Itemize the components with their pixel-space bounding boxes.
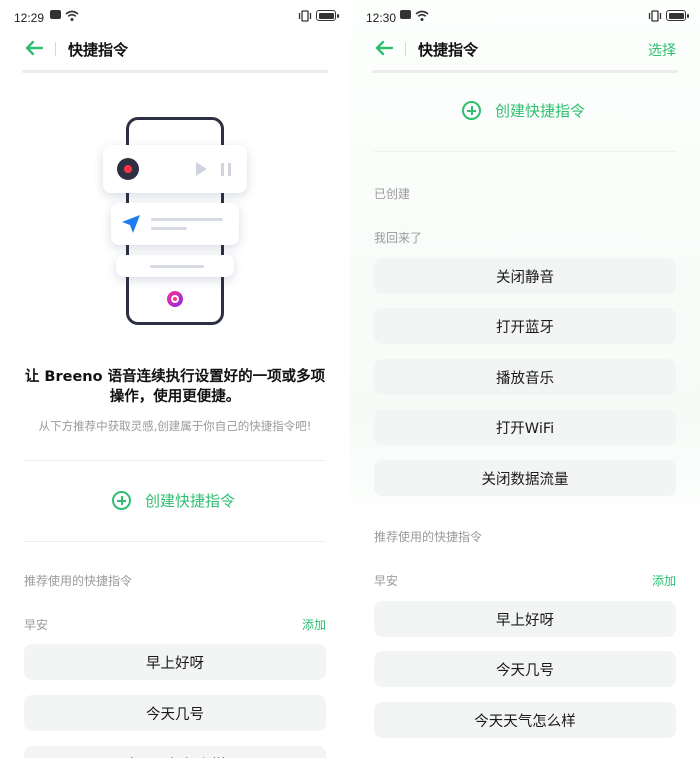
shortcut-item[interactable]: 播放音乐 xyxy=(374,359,676,395)
shortcut-item[interactable]: 今天几号 xyxy=(24,695,326,731)
back-arrow-icon[interactable] xyxy=(24,40,44,56)
record-icon xyxy=(117,158,139,180)
create-shortcut-label: 创建快捷指令 xyxy=(495,102,586,120)
page-title: 快捷指令 xyxy=(68,41,129,59)
breeno-dot-icon xyxy=(167,291,183,307)
title-divider xyxy=(22,70,328,73)
vibrate-icon xyxy=(298,10,312,22)
back-arrow-icon[interactable] xyxy=(374,40,394,56)
intro-headline: 让 Breeno 语音连续执行设置好的一项或多项操作，使用更便捷。 xyxy=(24,369,326,405)
shortcuts-illustration xyxy=(100,115,250,330)
screen-shortcuts-list: 12:30 快捷指令 选择 创建快捷指令 已创建 我回来了 关闭静音 打开蓝牙 … xyxy=(350,0,700,758)
battery-icon xyxy=(316,10,339,21)
title-divider xyxy=(372,70,678,73)
navigation-arrow-icon xyxy=(122,215,140,233)
battery-icon xyxy=(666,10,689,21)
group-label-morning: 早安 xyxy=(374,574,399,588)
create-shortcut-button[interactable]: 创建快捷指令 xyxy=(0,490,350,514)
shortcut-item[interactable]: 关闭数据流量 xyxy=(374,460,676,496)
play-icon xyxy=(196,162,207,176)
shortcut-item[interactable]: 今天几号 xyxy=(374,651,676,687)
status-time: 12:30 xyxy=(366,11,397,25)
recommended-section-label: 推荐使用的快捷指令 xyxy=(24,574,133,588)
status-time: 12:29 xyxy=(14,11,45,25)
title-bar: 快捷指令 xyxy=(0,34,350,64)
group-label-morning: 早安 xyxy=(24,618,49,632)
pause-icon xyxy=(221,163,231,176)
divider xyxy=(24,541,326,542)
add-circle-icon xyxy=(112,491,131,510)
wifi-icon xyxy=(415,10,429,21)
add-group-button[interactable]: 添加 xyxy=(652,572,676,589)
shortcut-item[interactable]: 打开WiFi xyxy=(374,409,676,445)
text-card xyxy=(116,255,234,277)
create-shortcut-button[interactable]: 创建快捷指令 xyxy=(350,100,700,124)
shortcut-item[interactable]: 早上好呀 xyxy=(374,601,676,637)
page-title: 快捷指令 xyxy=(418,41,479,59)
select-button[interactable]: 选择 xyxy=(648,40,676,60)
title-bar: 快捷指令 选择 xyxy=(350,34,700,64)
created-section-label: 已创建 xyxy=(374,187,411,201)
media-card xyxy=(103,145,247,193)
add-group-button[interactable]: 添加 xyxy=(302,616,326,633)
shortcut-item[interactable]: 今天天气怎么样 xyxy=(374,702,676,738)
shortcut-item[interactable]: 今天天气怎么样 xyxy=(24,746,326,758)
screen-shortcuts-intro: 12:29 快捷指令 让 Breeno 语音连续执行设置好的一项或多项操作，使用… xyxy=(0,0,350,758)
divider xyxy=(374,151,676,152)
divider xyxy=(24,460,326,461)
intro-subline: 从下方推荐中获取灵感,创建属于你自己的快捷指令吧! xyxy=(38,419,312,433)
wifi-icon xyxy=(65,10,79,21)
status-bar: 12:29 xyxy=(0,0,350,36)
message-icon xyxy=(50,10,61,19)
title-separator xyxy=(55,42,56,56)
title-separator xyxy=(405,42,406,56)
status-bar: 12:30 xyxy=(350,0,700,36)
recommended-section-label: 推荐使用的快捷指令 xyxy=(374,530,483,544)
shortcut-item[interactable]: 打开蓝牙 xyxy=(374,308,676,344)
add-circle-icon xyxy=(462,101,481,120)
shortcut-item[interactable]: 关闭静音 xyxy=(374,258,676,294)
navigation-card xyxy=(111,203,239,245)
group-label-home: 我回来了 xyxy=(374,231,423,245)
create-shortcut-label: 创建快捷指令 xyxy=(145,492,236,510)
message-icon xyxy=(400,10,411,19)
shortcut-item[interactable]: 早上好呀 xyxy=(24,644,326,680)
vibrate-icon xyxy=(648,10,662,22)
